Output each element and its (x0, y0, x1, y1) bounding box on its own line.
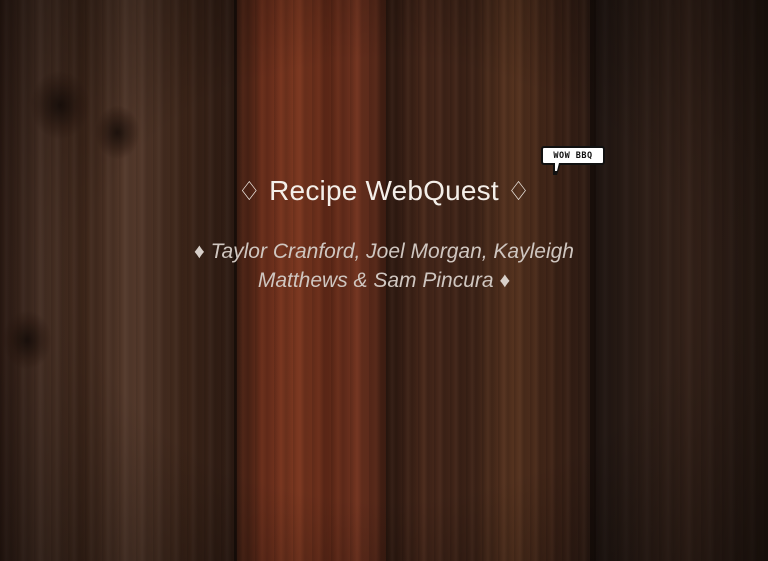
title-slide: ♢ Recipe WebQuest ♢ ♦ Taylor Cranford, J… (0, 0, 768, 561)
slide-subtitle: ♦ Taylor Cranford, Joel Morgan, Kayleigh… (170, 237, 598, 295)
sticker-text: WOW BBQ (553, 150, 593, 161)
diamond-outline-icon: ♢ (506, 176, 531, 206)
wood-knot (30, 70, 90, 140)
slide-title-text: Recipe WebQuest (269, 175, 499, 206)
wood-knot (2, 310, 52, 370)
slide-title: ♢ Recipe WebQuest ♢ (0, 175, 768, 207)
speech-bubble-icon: WOW BBQ (541, 146, 605, 165)
wood-plank (596, 0, 768, 561)
diamond-outline-icon: ♢ (237, 176, 262, 206)
wood-knot (95, 105, 140, 160)
authors-text: Taylor Cranford, Joel Morgan, Kayleigh M… (210, 240, 574, 292)
diamond-filled-icon: ♦ (194, 240, 205, 263)
diamond-filled-icon: ♦ (499, 269, 511, 292)
speech-bubble-tail-fill (555, 163, 559, 171)
